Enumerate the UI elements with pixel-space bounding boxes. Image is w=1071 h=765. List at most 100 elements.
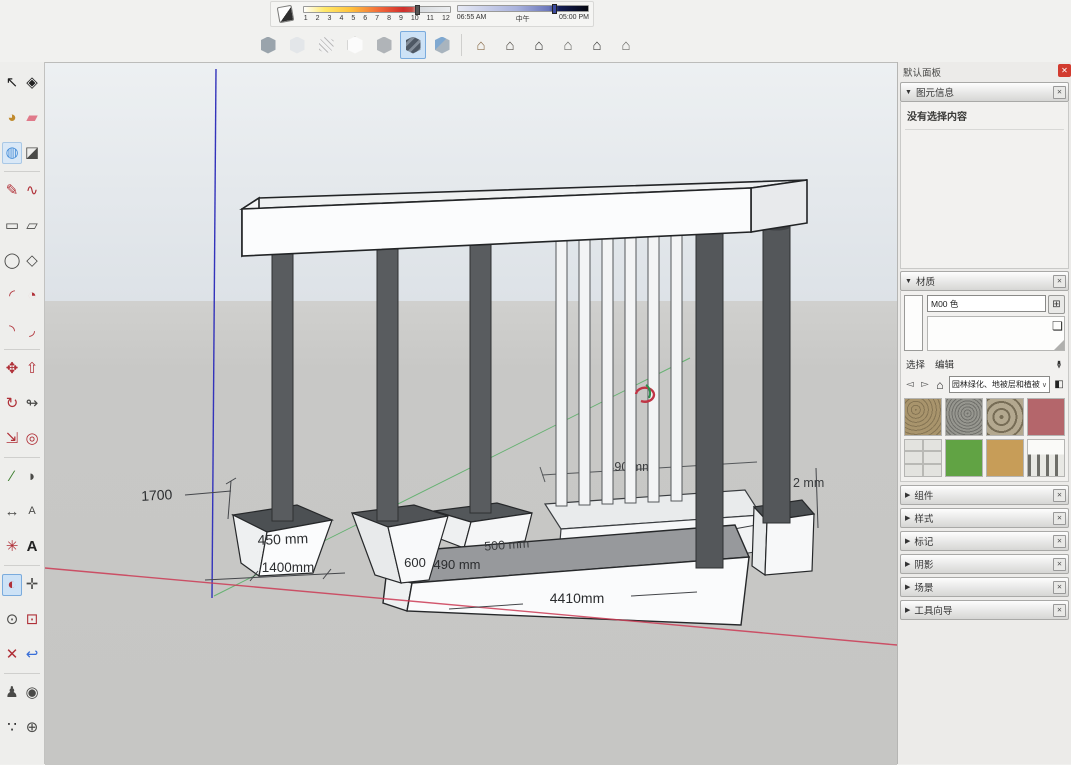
section-close-button[interactable]: ✕ bbox=[1053, 535, 1066, 548]
tab-select[interactable]: 选择 bbox=[906, 357, 925, 371]
section-components[interactable]: ▶ 组件 ✕ bbox=[900, 485, 1069, 505]
arc-tool[interactable]: ◜ bbox=[2, 285, 22, 307]
view-left-button[interactable]: ⌂ bbox=[613, 31, 639, 59]
style-shaded-button[interactable] bbox=[371, 31, 397, 59]
freehand-tool[interactable]: ∿ bbox=[22, 180, 42, 202]
details-button[interactable]: ◧ bbox=[1053, 378, 1065, 392]
zoom-extents-tool[interactable]: ✕ bbox=[2, 644, 22, 666]
three-point-arc-tool[interactable]: ◞ bbox=[22, 320, 42, 342]
section-instructor[interactable]: ▶ 工具向导 ✕ bbox=[900, 600, 1069, 620]
back-button[interactable]: ◅ bbox=[904, 378, 916, 392]
3d-text-tool[interactable]: A bbox=[22, 536, 42, 558]
style-hidden-line-button[interactable] bbox=[342, 31, 368, 59]
swatch-cobblestone[interactable] bbox=[986, 398, 1024, 436]
pie-tool[interactable]: ◔ bbox=[22, 285, 42, 307]
shadow-date-slider[interactable]: 1 2 3 4 5 6 7 8 9 10 11 12 bbox=[303, 6, 451, 22]
zoom-window-tool[interactable]: ⊡ bbox=[22, 609, 42, 631]
sample-paint-dropper[interactable]: ✒ bbox=[1052, 359, 1065, 368]
style-back-edges-button[interactable] bbox=[284, 31, 310, 59]
zoom-previous-tool[interactable]: ↩ bbox=[22, 644, 42, 666]
materials-header[interactable]: ▼ 材质 ✕ bbox=[900, 271, 1069, 291]
forward-button[interactable]: ▻ bbox=[919, 378, 931, 392]
view-top-button[interactable]: ⌂ bbox=[497, 31, 523, 59]
rectangle-tool[interactable]: ▭ bbox=[2, 215, 22, 237]
select-tool[interactable]: ↖ bbox=[2, 72, 22, 94]
protractor-tool[interactable]: ◗ bbox=[22, 466, 42, 488]
section-close-button[interactable]: ✕ bbox=[1053, 558, 1066, 571]
push-pull-tool[interactable]: ⇧ bbox=[22, 358, 42, 380]
section-tags[interactable]: ▶ 标记 ✕ bbox=[900, 531, 1069, 551]
swatch-picket-fence[interactable] bbox=[1027, 439, 1065, 477]
swatch-stone-pavers[interactable] bbox=[904, 439, 942, 477]
time-slider-handle[interactable] bbox=[552, 4, 557, 14]
dimension-tool[interactable]: ↔ bbox=[2, 501, 22, 523]
section-close-button[interactable]: ✕ bbox=[1053, 581, 1066, 594]
material-sampler-tool[interactable]: ◍ bbox=[2, 142, 22, 164]
time-slider-track[interactable] bbox=[457, 5, 589, 12]
date-slider-handle[interactable] bbox=[415, 5, 420, 15]
style-shaded-textures-button[interactable] bbox=[400, 31, 426, 59]
view-right-button[interactable]: ⌂ bbox=[555, 31, 581, 59]
text-tool[interactable]: A bbox=[22, 501, 42, 523]
style-monochrome-button[interactable] bbox=[429, 31, 455, 59]
resize-handle[interactable] bbox=[1054, 340, 1064, 350]
model-canvas[interactable]: 390 mm 500 mm 2 mm bbox=[45, 63, 897, 765]
tab-edit[interactable]: 编辑 bbox=[935, 357, 954, 371]
section-styles[interactable]: ▶ 样式 ✕ bbox=[900, 508, 1069, 528]
home-button[interactable]: ⌂ bbox=[934, 378, 946, 392]
offset-tool[interactable]: ◎ bbox=[22, 428, 42, 450]
material-category-dropdown[interactable]: 园林绿化、地被层和植被 ∨ bbox=[949, 376, 1050, 393]
scale-tool[interactable]: ⇲ bbox=[2, 428, 22, 450]
expand-arrow-icon: ▶ bbox=[905, 514, 910, 522]
section-close-button[interactable]: ✕ bbox=[1053, 512, 1066, 525]
shadow-time-slider[interactable]: 06:55 AM 中午 05:00 PM bbox=[457, 5, 589, 24]
swatch-gravel-brown[interactable] bbox=[904, 398, 942, 436]
default-material-button[interactable]: ❏ bbox=[1049, 317, 1066, 335]
swatch-clay-red[interactable] bbox=[1027, 398, 1065, 436]
look-around-tool[interactable]: ◉ bbox=[22, 682, 42, 704]
model-viewport[interactable]: 390 mm 500 mm 2 mm bbox=[45, 62, 897, 765]
two-point-arc-tool[interactable]: ◝ bbox=[2, 320, 22, 342]
view-back-button[interactable]: ⌂ bbox=[584, 31, 610, 59]
materials-close-button[interactable]: ✕ bbox=[1053, 275, 1066, 288]
swatch-gravel-gray[interactable] bbox=[945, 398, 983, 436]
flat-tool[interactable]: ◪ bbox=[22, 142, 42, 164]
view-iso-button[interactable]: ⌂ bbox=[468, 31, 494, 59]
section-plane-tool[interactable]: ⊕ bbox=[22, 717, 42, 739]
create-material-button[interactable]: ⊞ bbox=[1048, 295, 1065, 314]
follow-me-tool[interactable]: ↬ bbox=[22, 393, 42, 415]
walk-tool[interactable]: ∵ bbox=[2, 717, 22, 739]
3d-text-icon: A bbox=[27, 539, 38, 554]
rotate-tool[interactable]: ↻ bbox=[2, 393, 22, 415]
section-close-button[interactable]: ✕ bbox=[1053, 489, 1066, 502]
rotated-rectangle-tool[interactable]: ▱ bbox=[22, 215, 42, 237]
orbit-tool[interactable]: ◐ bbox=[2, 574, 22, 596]
tray-close-button[interactable]: ✕ bbox=[1058, 64, 1071, 77]
position-camera-tool[interactable]: ♟ bbox=[2, 682, 22, 704]
entity-info-close-button[interactable]: ✕ bbox=[1053, 86, 1066, 99]
polygon-tool[interactable]: ◇ bbox=[22, 250, 42, 272]
eraser-tool[interactable]: ▰ bbox=[22, 107, 42, 129]
style-xray-button[interactable] bbox=[255, 31, 281, 59]
line-tool[interactable]: ✎ bbox=[2, 180, 22, 202]
zoom-tool[interactable]: ⊙ bbox=[2, 609, 22, 631]
swatch-sand-ochre[interactable] bbox=[986, 439, 1024, 477]
section-close-button[interactable]: ✕ bbox=[1053, 604, 1066, 617]
zoom-window-icon: ⊡ bbox=[26, 612, 39, 627]
make-component-tool[interactable]: ◈ bbox=[22, 72, 42, 94]
circle-tool[interactable]: ◯ bbox=[2, 250, 22, 272]
axes-tool[interactable]: ✳ bbox=[2, 536, 22, 558]
move-tool[interactable]: ✥ bbox=[2, 358, 22, 380]
date-slider-track[interactable] bbox=[303, 6, 451, 13]
swatch-grass-green[interactable] bbox=[945, 439, 983, 477]
tape-measure-tool[interactable]: ∕ bbox=[2, 466, 22, 488]
style-wireframe-button[interactable] bbox=[313, 31, 339, 59]
material-name-input[interactable] bbox=[927, 295, 1046, 312]
section-scenes[interactable]: ▶ 场景 ✕ bbox=[900, 577, 1069, 597]
view-front-button[interactable]: ⌂ bbox=[526, 31, 552, 59]
pan-tool[interactable]: ✛ bbox=[22, 574, 42, 596]
entity-info-header[interactable]: ▼ 图元信息 ✕ bbox=[900, 82, 1069, 102]
section-shadows[interactable]: ▶ 阴影 ✕ bbox=[900, 554, 1069, 574]
toggle-shadows-button[interactable] bbox=[275, 3, 297, 25]
paint-bucket-tool[interactable]: ◕ bbox=[2, 107, 22, 129]
